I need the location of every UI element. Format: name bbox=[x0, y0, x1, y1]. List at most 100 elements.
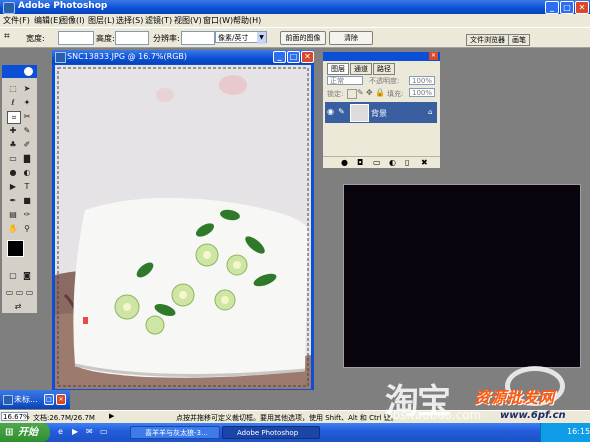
brush-tool-icon[interactable]: ✎ bbox=[21, 125, 33, 136]
slice-tool-icon[interactable]: ✂ bbox=[21, 111, 33, 122]
taskbar-item-photoshop[interactable]: Adobe Photoshop bbox=[222, 426, 320, 439]
quicklaunch-desktop-icon[interactable]: ▭ bbox=[100, 427, 108, 436]
blur-tool-icon[interactable]: ● bbox=[7, 167, 19, 178]
eye-logo-icon bbox=[24, 67, 33, 76]
taskbar-item-video[interactable]: 喜羊羊与灰太狼-3... bbox=[130, 426, 220, 439]
pillow-photo bbox=[55, 65, 311, 389]
lock-move-icon[interactable]: ✥ bbox=[366, 88, 373, 97]
stamp-tool-icon[interactable]: ♣ bbox=[7, 139, 19, 150]
lock-paint-icon[interactable]: ✎ bbox=[357, 88, 364, 97]
adjustment-layer-icon[interactable]: ◐ bbox=[389, 158, 396, 167]
tab-brushes[interactable]: 画笔 bbox=[508, 34, 530, 46]
document-window: SNC13833.JPG @ 16.7%(RGB) _ □ ✕ bbox=[52, 50, 314, 390]
logo-watermark: 资源批发网 bbox=[474, 388, 555, 407]
magic-wand-tool-icon[interactable]: ✦ bbox=[21, 97, 33, 108]
marquee-tool-icon[interactable]: ⬚ bbox=[7, 83, 19, 94]
visibility-eye-icon[interactable]: ◉ bbox=[327, 107, 334, 116]
quicklaunch-mail-icon[interactable]: ✉ bbox=[86, 427, 93, 436]
screen-mode-3-icon[interactable]: ▭ bbox=[25, 287, 34, 298]
status-arrow-icon[interactable]: ▶ bbox=[109, 412, 114, 420]
start-button[interactable]: ⊞ 开始 bbox=[0, 423, 50, 442]
clear-button[interactable]: 清除 bbox=[329, 31, 373, 45]
layer-row-background[interactable]: ◉ ✎ 背景 ⌂ bbox=[325, 102, 437, 123]
menu-file[interactable]: 文件(F) bbox=[3, 15, 30, 26]
minimized-title: 未标... bbox=[14, 395, 38, 404]
minimize-button[interactable]: _ bbox=[545, 1, 559, 14]
move-tool-icon[interactable]: ➤ bbox=[21, 83, 33, 94]
new-layer-icon[interactable]: ▯ bbox=[405, 158, 409, 167]
screen-mode-2-icon[interactable]: ▭ bbox=[15, 287, 24, 298]
minimized-document-window[interactable]: 未标... □ ✕ bbox=[0, 390, 70, 409]
gradient-tool-icon[interactable]: ▇ bbox=[21, 153, 33, 164]
tab-channels[interactable]: 通道 bbox=[350, 63, 372, 75]
hand-tool-icon[interactable]: ✋ bbox=[7, 223, 19, 234]
path-select-tool-icon[interactable]: ▶ bbox=[7, 181, 19, 192]
pen-tool-icon[interactable]: ✒ bbox=[7, 195, 19, 206]
document-title: SNC13833.JPG @ 16.7%(RGB) bbox=[67, 52, 188, 61]
crop-tool-icon[interactable]: ⌗ bbox=[4, 31, 20, 43]
history-brush-tool-icon[interactable]: ✐ bbox=[21, 139, 33, 150]
eyedropper-tool-icon[interactable]: ✑ bbox=[21, 209, 33, 220]
document-close-button[interactable]: ✕ bbox=[301, 51, 314, 63]
screen-mode-1-icon[interactable]: ▭ bbox=[5, 287, 14, 298]
fill-input[interactable]: 100% bbox=[409, 88, 435, 97]
shape-tool-icon[interactable]: ■ bbox=[21, 195, 33, 206]
resolution-input[interactable] bbox=[181, 31, 215, 45]
tab-paths[interactable]: 路径 bbox=[373, 63, 395, 75]
menu-image[interactable]: 图像(I) bbox=[60, 15, 85, 26]
height-input[interactable] bbox=[115, 31, 149, 45]
lock-all-icon[interactable]: 🔒 bbox=[375, 88, 385, 97]
menu-bar: 文件(F) 编辑(E) 图像(I) 图层(L) 选择(S) 滤镜(T) 视图(V… bbox=[0, 14, 590, 27]
menu-view[interactable]: 视图(V) bbox=[174, 15, 202, 26]
clock: 16:15 bbox=[567, 427, 590, 436]
type-tool-icon[interactable]: T bbox=[21, 181, 33, 192]
resolution-label: 分辨率: bbox=[153, 34, 180, 43]
quicklaunch-media-icon[interactable]: ▶ bbox=[72, 427, 78, 436]
mask-icon[interactable]: ◘ bbox=[357, 158, 363, 167]
menu-window[interactable]: 窗口(W) bbox=[203, 15, 233, 26]
options-bar: ⌗ 宽度: 高度: 分辨率: 像素/英寸 ▼ 前面的图像 清除 文件浏览器 画笔 bbox=[0, 27, 590, 48]
maximize-button[interactable]: □ bbox=[560, 1, 574, 14]
document-maximize-button[interactable]: □ bbox=[287, 51, 300, 63]
unit-select-value: 像素/英寸 bbox=[218, 34, 249, 42]
trash-icon[interactable]: ✖ bbox=[421, 158, 428, 167]
lasso-tool-icon[interactable]: ℓ bbox=[7, 97, 19, 108]
dark-document-canvas[interactable] bbox=[343, 184, 581, 368]
notes-tool-icon[interactable]: ▤ bbox=[7, 209, 19, 220]
foreground-color-swatch[interactable] bbox=[7, 240, 24, 257]
fill-label: 填充: bbox=[387, 90, 404, 98]
imageready-icon[interactable]: ⇄ bbox=[12, 301, 24, 312]
menu-select[interactable]: 选择(S) bbox=[116, 15, 143, 26]
menu-edit[interactable]: 编辑(E) bbox=[34, 15, 61, 26]
minimized-close-button[interactable]: ✕ bbox=[56, 394, 66, 405]
layer-style-icon[interactable]: ● bbox=[341, 158, 348, 167]
crop-tool-button[interactable]: ⌗ bbox=[7, 111, 21, 124]
layers-palette: ✕ 图层 通道 路径 正常 不透明度: 100% 锁定: ✎ ✥ 🔒 填充: 1… bbox=[322, 51, 441, 169]
menu-layer[interactable]: 图层(L) bbox=[88, 15, 115, 26]
palette-close-icon[interactable]: ✕ bbox=[429, 52, 438, 60]
quicklaunch-ie-icon[interactable]: e bbox=[58, 427, 63, 436]
width-input[interactable] bbox=[58, 31, 94, 45]
unit-select[interactable]: 像素/英寸 ▼ bbox=[215, 31, 267, 44]
front-image-button[interactable]: 前面的图像 bbox=[280, 31, 326, 45]
zoom-tool-icon[interactable]: ⚲ bbox=[21, 223, 33, 234]
eraser-tool-icon[interactable]: ▭ bbox=[7, 153, 19, 164]
menu-filter[interactable]: 滤镜(T) bbox=[145, 15, 172, 26]
palette-header: ✕ bbox=[323, 52, 440, 61]
dodge-tool-icon[interactable]: ◐ bbox=[21, 167, 33, 178]
tab-layers[interactable]: 图层 bbox=[327, 63, 349, 75]
opacity-input[interactable]: 100% bbox=[409, 76, 435, 85]
menu-help[interactable]: 帮助(H) bbox=[233, 15, 261, 26]
document-minimize-button[interactable]: _ bbox=[273, 51, 286, 63]
lock-transparency-icon[interactable] bbox=[347, 89, 357, 99]
standard-mode-icon[interactable]: ▢ bbox=[7, 270, 19, 281]
close-button[interactable]: ✕ bbox=[575, 1, 589, 14]
blend-mode-select[interactable]: 正常 bbox=[327, 76, 363, 85]
new-set-icon[interactable]: ▭ bbox=[373, 158, 381, 167]
zoom-field[interactable]: 16.67% bbox=[1, 412, 30, 421]
image-canvas[interactable] bbox=[55, 65, 311, 389]
tab-file-browser[interactable]: 文件浏览器 bbox=[466, 34, 509, 46]
restore-button[interactable]: □ bbox=[44, 394, 54, 405]
quick-mask-icon[interactable]: ◙ bbox=[21, 270, 33, 281]
healing-brush-tool-icon[interactable]: ✚ bbox=[7, 125, 19, 136]
